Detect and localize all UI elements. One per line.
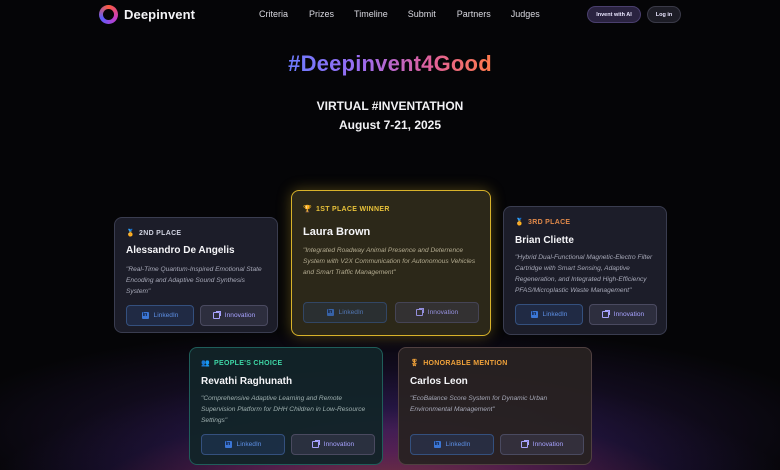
linkedin-icon: in xyxy=(326,309,334,316)
linkedin-button[interactable]: in LinkedIn xyxy=(410,434,494,455)
hero-subtitle: VIRTUAL #INVENTATHON xyxy=(316,99,464,113)
medal-icon: 🏅 xyxy=(515,219,525,226)
linkedin-label: LinkedIn xyxy=(542,311,568,318)
badge-label: 1ST PLACE WINNER xyxy=(316,205,390,213)
card-badge: 🏅 2ND PLACE xyxy=(126,229,182,238)
nav-links: Criteria Prizes Timeline Submit Partners… xyxy=(259,9,540,19)
logo[interactable]: Deepinvent xyxy=(99,5,195,24)
winner-name: Brian Cliette xyxy=(515,235,574,246)
linkedin-label: LinkedIn xyxy=(338,309,364,316)
winner-card-honorable-mention: 🎖 HONORABLE MENTION Carlos Leon "EcoBala… xyxy=(398,347,592,465)
card-badge: 🎖 HONORABLE MENTION xyxy=(410,359,508,368)
innovation-button[interactable]: Innovation xyxy=(500,434,584,455)
linkedin-button[interactable]: in LinkedIn xyxy=(201,434,285,455)
hero-dates: August 7-21, 2025 xyxy=(338,118,442,132)
linkedin-button[interactable]: in LinkedIn xyxy=(515,304,583,325)
trophy-icon: 🏆 xyxy=(303,206,313,213)
winner-name: Alessandro De Angelis xyxy=(126,245,235,256)
medal-icon: 🎖 xyxy=(410,360,420,367)
linkedin-label: LinkedIn xyxy=(236,441,262,448)
badge-label: 3RD PLACE xyxy=(528,218,571,226)
external-link-icon xyxy=(311,440,320,448)
innovation-label: Innovation xyxy=(323,441,355,448)
linkedin-icon: in xyxy=(530,311,538,318)
innovation-button[interactable]: Innovation xyxy=(589,304,657,325)
innovation-label: Innovation xyxy=(613,311,645,318)
winner-name: Laura Brown xyxy=(303,226,371,238)
external-link-icon xyxy=(415,308,424,316)
winner-name: Revathi Raghunath xyxy=(201,376,293,387)
linkedin-label: LinkedIn xyxy=(445,441,471,448)
innovation-button[interactable]: Innovation xyxy=(291,434,375,455)
login-button[interactable]: Log in xyxy=(647,6,681,23)
linkedin-icon: in xyxy=(224,441,232,448)
innovation-description: "Integrated Roadway Animal Presence and … xyxy=(303,247,476,276)
badge-label: PEOPLE'S CHOICE xyxy=(214,359,283,367)
external-link-icon xyxy=(520,440,529,448)
linkedin-button[interactable]: in LinkedIn xyxy=(126,305,194,326)
badge-label: 2ND PLACE xyxy=(139,229,182,237)
logo-icon xyxy=(99,5,118,24)
innovation-button[interactable]: Innovation xyxy=(395,302,479,323)
nav-link-submit[interactable]: Submit xyxy=(408,9,436,19)
hero-title: #Deepinvent4Good xyxy=(0,51,780,77)
innovation-button[interactable]: Innovation xyxy=(200,305,268,326)
card-badge: 🏅 3RD PLACE xyxy=(515,218,571,227)
innovation-label: Innovation xyxy=(532,441,564,448)
card-badge: 👥 PEOPLE'S CHOICE xyxy=(201,359,283,368)
external-link-icon xyxy=(212,311,221,319)
innovation-description: "Comprehensive Adaptive Learning and Rem… xyxy=(201,395,366,424)
medal-icon: 🏅 xyxy=(126,230,136,237)
top-nav: Deepinvent Criteria Prizes Timeline Subm… xyxy=(0,0,780,30)
people-icon: 👥 xyxy=(201,360,211,367)
card-badge: 🏆 1ST PLACE WINNER xyxy=(303,205,390,214)
innovation-label: Innovation xyxy=(224,312,256,319)
nav-link-prizes[interactable]: Prizes xyxy=(309,9,334,19)
winner-card-3rd-place: 🏅 3RD PLACE Brian Cliette "Hybrid Dual-F… xyxy=(503,206,667,335)
innovation-description: "Real-Time Quantum-Inspired Emotional St… xyxy=(126,266,262,295)
linkedin-label: LinkedIn xyxy=(153,312,179,319)
external-link-icon xyxy=(601,310,610,318)
innovation-description: "Hybrid Dual-Functional Magnetic-Electro… xyxy=(515,254,653,294)
linkedin-button[interactable]: in LinkedIn xyxy=(303,302,387,323)
nav-link-timeline[interactable]: Timeline xyxy=(354,9,388,19)
nav-link-judges[interactable]: Judges xyxy=(511,9,540,19)
invent-with-ai-button[interactable]: Invent with AI xyxy=(587,6,641,23)
innovation-description: "EcoBalance Score System for Dynamic Urb… xyxy=(410,395,548,413)
winner-name: Carlos Leon xyxy=(410,376,468,387)
linkedin-icon: in xyxy=(141,312,149,319)
innovation-label: Innovation xyxy=(427,309,459,316)
nav-link-partners[interactable]: Partners xyxy=(457,9,491,19)
badge-label: HONORABLE MENTION xyxy=(423,359,508,367)
hero-title-text: #Deepinvent4Good xyxy=(288,51,492,76)
winner-card-2nd-place: 🏅 2ND PLACE Alessandro De Angelis "Real-… xyxy=(114,217,278,333)
winner-card-1st-place: 🏆 1ST PLACE WINNER Laura Brown "Integrat… xyxy=(291,190,491,336)
hero-subtitle-block: VIRTUAL #INVENTATHON August 7-21, 2025 xyxy=(0,97,780,135)
nav-link-criteria[interactable]: Criteria xyxy=(259,9,288,19)
linkedin-icon: in xyxy=(433,441,441,448)
brand-name: Deepinvent xyxy=(124,7,196,22)
page: Deepinvent Criteria Prizes Timeline Subm… xyxy=(0,0,780,470)
winner-card-peoples-choice: 👥 PEOPLE'S CHOICE Revathi Raghunath "Com… xyxy=(189,347,383,465)
